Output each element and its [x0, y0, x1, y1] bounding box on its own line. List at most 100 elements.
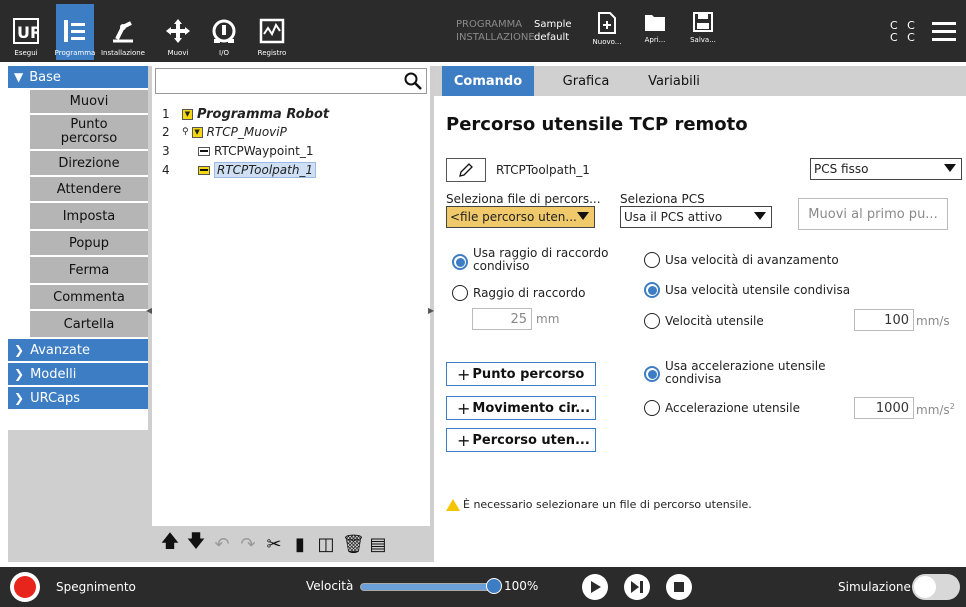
- tab-grafica[interactable]: Grafica: [542, 66, 630, 96]
- sidebar-item-direzione[interactable]: Direzione: [30, 151, 148, 177]
- folder-icon: [645, 15, 665, 31]
- radio-shared-tool-speed[interactable]: [644, 282, 660, 298]
- move-tab[interactable]: Muovi: [160, 4, 196, 60]
- sidebar-item-punto-percorso[interactable]: Punto percorso: [30, 115, 148, 151]
- radio-radius[interactable]: [452, 285, 468, 301]
- radio-shared-radius[interactable]: [452, 254, 468, 270]
- tool-speed-label: Velocità utensile: [665, 314, 764, 328]
- tab-comando[interactable]: Comando: [442, 66, 534, 96]
- sidebar-item-ferma[interactable]: Ferma: [30, 257, 148, 285]
- new-button[interactable]: Nuovo...: [587, 12, 627, 46]
- pcs-mode-select[interactable]: PCS fisso: [810, 158, 962, 180]
- node-warning-icon: [198, 165, 210, 175]
- move-down-icon[interactable]: 🡇: [186, 529, 206, 559]
- pcs-select-label: Seleziona PCS: [620, 192, 705, 206]
- undo-icon[interactable]: ↶: [212, 534, 232, 555]
- toolpath-file-select[interactable]: <file percorso uten...: [446, 206, 595, 228]
- copy-icon[interactable]: ▮: [290, 534, 310, 555]
- sidebar-item-commenta[interactable]: Commenta: [30, 285, 148, 311]
- sidebar-item-muovi[interactable]: Muovi: [30, 90, 148, 115]
- chevron-down-icon: ▼: [14, 70, 24, 84]
- installation-icon: [108, 16, 138, 46]
- sidebar-item-imposta[interactable]: Imposta: [30, 203, 148, 231]
- tree-node-rtcp-toolpath[interactable]: 4 RTCPToolpath_1: [162, 162, 317, 178]
- program-tree-panel: 1 ▼ Programma Robot 2 ⚲ ▼ RTCP_MuoviP 3 …: [152, 66, 430, 562]
- radio-tool-acc[interactable]: [644, 400, 660, 416]
- suppress-icon[interactable]: ▤: [368, 534, 388, 555]
- chevron-right-icon: ❯: [14, 367, 25, 381]
- simulation-label: Simulazione: [838, 580, 911, 594]
- shared-tool-speed-label: Usa velocità utensile condivisa: [665, 283, 851, 297]
- open-button[interactable]: Apri...: [635, 12, 675, 44]
- radio-shared-tool-acc[interactable]: [644, 366, 660, 382]
- move-up-icon[interactable]: 🡅: [160, 529, 180, 559]
- radio-tool-speed[interactable]: [644, 313, 660, 329]
- program-tab[interactable]: Programma: [55, 4, 95, 60]
- power-button-icon[interactable]: [10, 572, 40, 602]
- io-tab[interactable]: I/O: [208, 4, 240, 60]
- tree-node-rtcp-waypoint[interactable]: 3 RTCPWaypoint_1: [162, 143, 314, 159]
- cut-icon[interactable]: ✂: [264, 534, 284, 555]
- stop-button[interactable]: [666, 574, 692, 600]
- speed-slider-handle[interactable]: [486, 578, 502, 594]
- radius-unit: mm: [536, 312, 560, 326]
- collapse-flag-icon[interactable]: ▼: [182, 108, 193, 120]
- search-input[interactable]: [155, 68, 427, 94]
- collapse-flag-icon[interactable]: ▼: [191, 126, 203, 138]
- add-toolpath-button[interactable]: + Percorso uten...: [446, 428, 596, 452]
- pin-icon: ⚲: [182, 127, 189, 137]
- speed-label: Velocità: [306, 579, 354, 593]
- delete-icon[interactable]: 🗑: [342, 534, 365, 555]
- tree-node-rtcp-movep[interactable]: 2 ⚲ ▼ RTCP_MuoviP: [162, 124, 287, 140]
- tool-acc-input[interactable]: 1000: [854, 397, 914, 419]
- installation-tab[interactable]: Installazione: [94, 4, 152, 60]
- play-button[interactable]: [582, 574, 608, 600]
- tool-speed-input[interactable]: 100: [854, 309, 914, 331]
- log-tab[interactable]: Registro: [252, 4, 292, 60]
- log-icon: [257, 16, 287, 46]
- simulation-toggle[interactable]: [912, 574, 960, 600]
- tool-speed-unit: mm/s: [916, 314, 950, 328]
- warning-icon: [446, 498, 460, 511]
- speed-value: 100%: [504, 579, 539, 593]
- sidebar-item-attendere[interactable]: Attendere: [30, 177, 148, 203]
- category-avanzate[interactable]: ❯ Avanzate: [8, 339, 148, 363]
- category-urcaps[interactable]: ❯ URCaps: [8, 387, 148, 411]
- redo-icon[interactable]: ↷: [238, 534, 258, 555]
- program-info: PROGRAMMA Sample INSTALLAZIONEdefault: [456, 19, 572, 43]
- save-button[interactable]: Salva...: [683, 12, 723, 44]
- sidebar-item-popup[interactable]: Popup: [30, 231, 148, 257]
- move-to-first-point-button[interactable]: Muovi al primo pu...: [798, 198, 948, 230]
- step-icon: [631, 581, 643, 593]
- panel-tabs: Comando Grafica Variabili: [434, 66, 966, 96]
- run-tab[interactable]: UR Esegui: [6, 4, 46, 60]
- dropdown-arrow-icon: [944, 164, 956, 172]
- program-icon: [60, 16, 90, 46]
- tab-variabili[interactable]: Variabili: [630, 66, 718, 96]
- plus-icon: +: [457, 430, 471, 450]
- chevron-right-icon: ❯: [14, 343, 25, 357]
- step-button[interactable]: [624, 574, 650, 600]
- sidebar-item-cartella[interactable]: Cartella: [30, 311, 148, 339]
- add-waypoint-button[interactable]: + Punto percorso: [446, 362, 596, 386]
- category-modelli[interactable]: ❯ Modelli: [8, 363, 148, 387]
- cc-indicator: C C C C: [890, 19, 918, 44]
- speed-slider[interactable]: [360, 583, 492, 591]
- add-circular-move-button[interactable]: + Movimento cir...: [446, 396, 596, 420]
- tree-node-robot-program[interactable]: 1 ▼ Programma Robot: [162, 106, 329, 122]
- ur-logo-icon: UR: [11, 16, 41, 46]
- rename-button[interactable]: [446, 158, 486, 182]
- paste-icon[interactable]: ◫: [316, 534, 336, 555]
- radio-feed-speed[interactable]: [644, 252, 660, 268]
- hamburger-menu-icon[interactable]: [932, 22, 956, 41]
- top-bar: UR Esegui Programma Installazione Muovi …: [0, 0, 966, 62]
- pcs-select[interactable]: Usa il PCS attivo: [620, 206, 772, 228]
- category-base[interactable]: ▼ Base: [8, 66, 148, 90]
- plus-icon: +: [457, 364, 471, 384]
- dropdown-arrow-icon: [577, 212, 589, 220]
- shared-radius-label: Usa raggio di raccordo condiviso: [473, 246, 609, 273]
- warning-message: È necessario selezionare un file di perc…: [446, 498, 752, 511]
- sidebar-empty-area: [8, 430, 148, 562]
- search-icon[interactable]: [404, 72, 422, 90]
- radius-input[interactable]: 25: [472, 308, 532, 330]
